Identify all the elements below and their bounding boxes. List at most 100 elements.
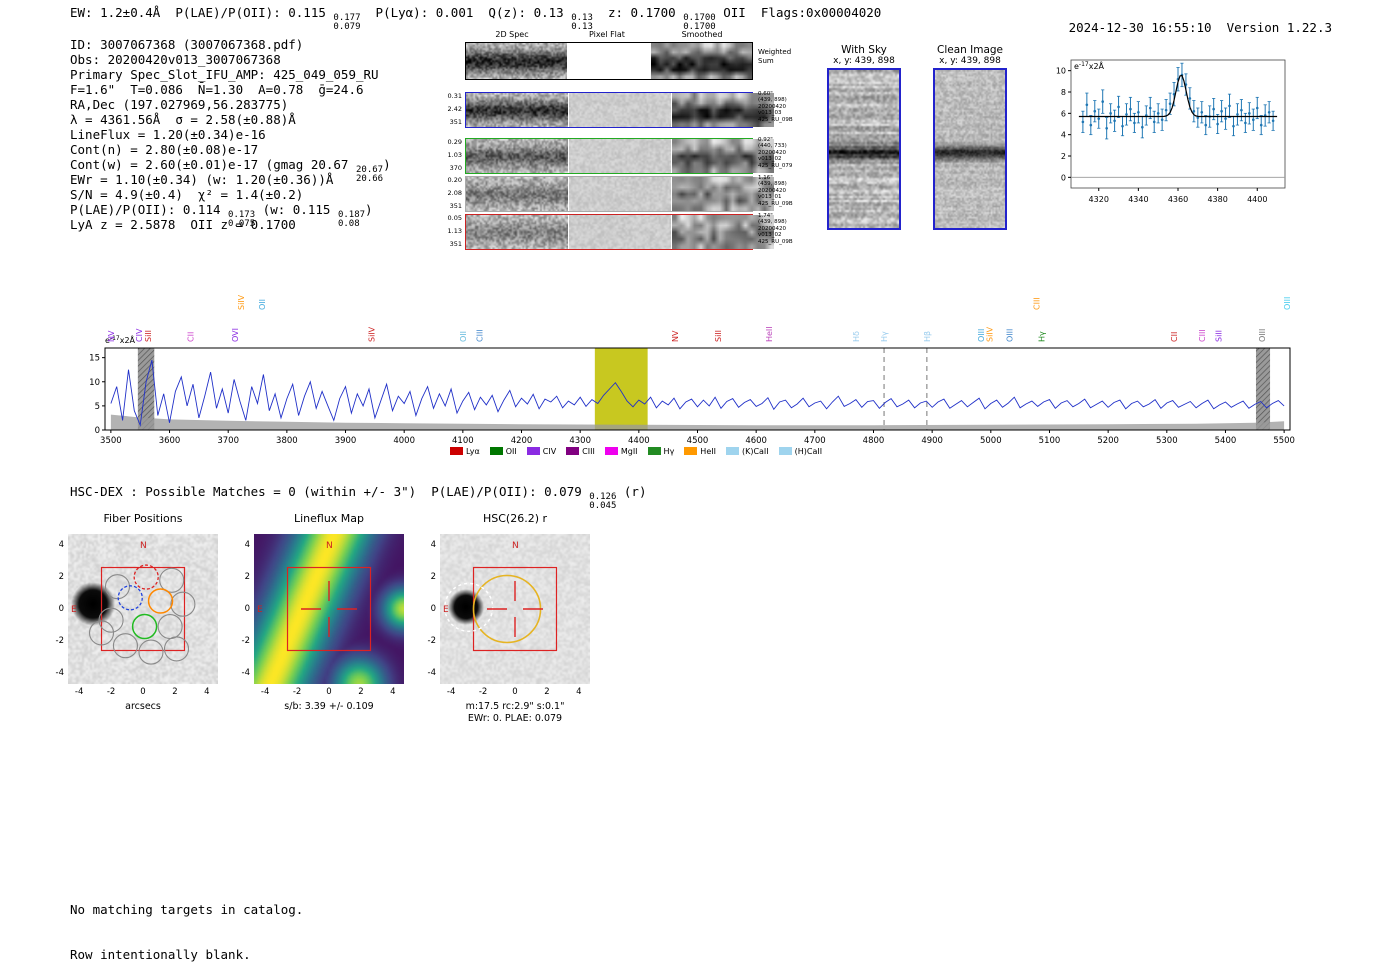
emission-line-label: CII bbox=[187, 332, 196, 342]
emission-line-label: NV bbox=[107, 330, 116, 342]
y-tick-label: -4 bbox=[224, 668, 250, 678]
legend-swatch bbox=[779, 447, 792, 455]
fiber-positions-title: Fiber Positions bbox=[68, 512, 218, 525]
east-label: E bbox=[443, 605, 449, 615]
y-tick-label: 0 bbox=[224, 604, 250, 614]
legend-item: MgII bbox=[605, 447, 638, 456]
col-header-pixel-flat: Pixel Flat bbox=[560, 30, 654, 39]
pixel-flat-image bbox=[569, 215, 671, 249]
y-tick-label: -4 bbox=[410, 668, 436, 678]
x-tick-label: -4 bbox=[253, 687, 277, 697]
fiber-circle-gray bbox=[171, 592, 195, 616]
emission-line-label: CIII bbox=[1033, 297, 1042, 310]
legend-item: CIII bbox=[566, 447, 595, 456]
svg-text:2: 2 bbox=[1061, 152, 1066, 161]
x-tick-label: 4 bbox=[195, 687, 219, 697]
legend-item: (H)CaII bbox=[779, 447, 822, 456]
cutout-2d-row bbox=[465, 138, 753, 174]
x-tick-label: -4 bbox=[439, 687, 463, 697]
x-tick-label: -4 bbox=[67, 687, 91, 697]
line-fit-plot: 432043404360438044000246810e-17x2Å bbox=[1035, 50, 1305, 219]
extraction-box bbox=[474, 568, 557, 651]
2d-spec-image bbox=[466, 93, 568, 127]
emission-line-label: HeII bbox=[765, 326, 774, 342]
x-tick-label: 4 bbox=[381, 687, 405, 697]
pixel-flat-image bbox=[569, 139, 671, 173]
y-tick-label: 4 bbox=[224, 540, 250, 550]
svg-text:10: 10 bbox=[89, 378, 100, 388]
legend-item: (K)CaII bbox=[726, 447, 769, 456]
catalog-footer: No matching targets in catalog. Row inte… bbox=[70, 872, 303, 977]
clean-image-title: Clean Image bbox=[918, 44, 1022, 56]
north-label: N bbox=[140, 541, 147, 551]
masked-object-circle bbox=[445, 583, 493, 631]
svg-text:0: 0 bbox=[95, 426, 100, 436]
y-tick-label: -2 bbox=[410, 636, 436, 646]
with-sky-title: With Sky bbox=[812, 44, 916, 56]
east-label: E bbox=[257, 605, 263, 615]
lineflux-overlay: NE bbox=[254, 534, 404, 684]
x-tick-label: 0 bbox=[503, 687, 527, 697]
x-tick-label: 2 bbox=[349, 687, 373, 697]
y-tick-label: 0 bbox=[38, 604, 64, 614]
pixel-flat-blank bbox=[568, 43, 649, 76]
spectrum-line bbox=[111, 360, 1284, 425]
cutout-2d-row bbox=[465, 176, 753, 212]
cutout-row-annotation: 1.74" (439, 898) 20200420 v013_02 425_RU… bbox=[758, 213, 793, 245]
emission-line-label: OVI bbox=[231, 328, 240, 342]
svg-text:5500: 5500 bbox=[1273, 436, 1295, 446]
info-line: λ = 4361.56Å σ = 2.58(±0.88)Å bbox=[70, 112, 391, 127]
emission-line-label: OIII bbox=[1258, 329, 1267, 342]
svg-text:5100: 5100 bbox=[1039, 436, 1061, 446]
info-line: Obs: 20200420v013_3007067368 bbox=[70, 52, 391, 67]
svg-text:4700: 4700 bbox=[804, 436, 826, 446]
uncertainty-stack: 20.6720.66 bbox=[356, 166, 383, 185]
x-tick-label: -2 bbox=[471, 687, 495, 697]
emission-line-label: OII bbox=[258, 299, 267, 310]
info-line: LineFlux = 1.20(±0.34)e-16 bbox=[70, 127, 391, 142]
2d-spec-image bbox=[466, 177, 568, 211]
emission-line-label: OIII bbox=[1283, 297, 1292, 310]
cutout-row-annotation: 0.60" (439, 898) 20200420 v013_03 425_RU… bbox=[758, 91, 793, 123]
emission-line-label: OIII bbox=[1006, 329, 1015, 342]
2d-spec-image bbox=[466, 139, 568, 173]
with-sky-coords: x, y: 439, 898 bbox=[812, 56, 916, 66]
emission-line-label: Hβ bbox=[923, 331, 932, 342]
east-label: E bbox=[71, 605, 77, 615]
legend-swatch bbox=[450, 447, 463, 455]
svg-text:6: 6 bbox=[1061, 109, 1066, 118]
svg-text:3600: 3600 bbox=[159, 436, 181, 446]
hsc-cutout-title: HSC(26.2) r bbox=[440, 512, 590, 525]
svg-text:0: 0 bbox=[1061, 173, 1066, 182]
lineflux-caption: s/b: 3.39 +/- 0.109 bbox=[222, 701, 436, 712]
x-tick-label: 2 bbox=[535, 687, 559, 697]
emission-line-label: Hδ bbox=[852, 331, 861, 342]
svg-text:4800: 4800 bbox=[863, 436, 885, 446]
legend-swatch bbox=[648, 447, 661, 455]
cutout-2d-row bbox=[465, 92, 753, 128]
svg-text:8: 8 bbox=[1061, 88, 1066, 97]
info-line: Cont(w) = 2.60(±0.01)e-17 (gmag 20.67 20… bbox=[70, 157, 391, 172]
fiber-circle-gray bbox=[158, 615, 182, 639]
report-datetime: 2024-12-30 16:55:10 bbox=[1069, 20, 1212, 35]
fiber-overlay: NE bbox=[68, 534, 218, 684]
legend-swatch bbox=[490, 447, 503, 455]
fiber-circle-orange bbox=[149, 589, 173, 613]
svg-text:4340: 4340 bbox=[1128, 195, 1148, 204]
cutout-2d-row bbox=[465, 42, 753, 80]
legend-swatch bbox=[684, 447, 697, 455]
extraction-box bbox=[288, 568, 371, 651]
emission-line-label: SiIV bbox=[986, 326, 995, 342]
fiber-weight-labels: 0.202.08351 bbox=[440, 177, 462, 209]
hsc-caption-1: m:17.5 rc:2.9" s:0.1" bbox=[408, 701, 622, 712]
hsc-cutout-panel: HSC(26.2) r m:17.5 rc:2.9" s:0.1" EWr: 0… bbox=[408, 510, 608, 725]
legend-item: Hγ bbox=[648, 447, 675, 456]
legend-swatch bbox=[566, 447, 579, 455]
fiber-positions-panel: Fiber Positions arcsecs NE-4-4-2-2002244 bbox=[36, 510, 236, 725]
svg-text:15: 15 bbox=[89, 354, 100, 364]
svg-text:3500: 3500 bbox=[100, 436, 122, 446]
footer-line-1: No matching targets in catalog. bbox=[70, 902, 303, 917]
cutout-row-annotation: 0.92" (440, 733) 20200420 v013_02 425_RU… bbox=[758, 137, 792, 169]
noise-envelope bbox=[111, 415, 1284, 430]
emission-line-label: NV bbox=[671, 330, 680, 342]
